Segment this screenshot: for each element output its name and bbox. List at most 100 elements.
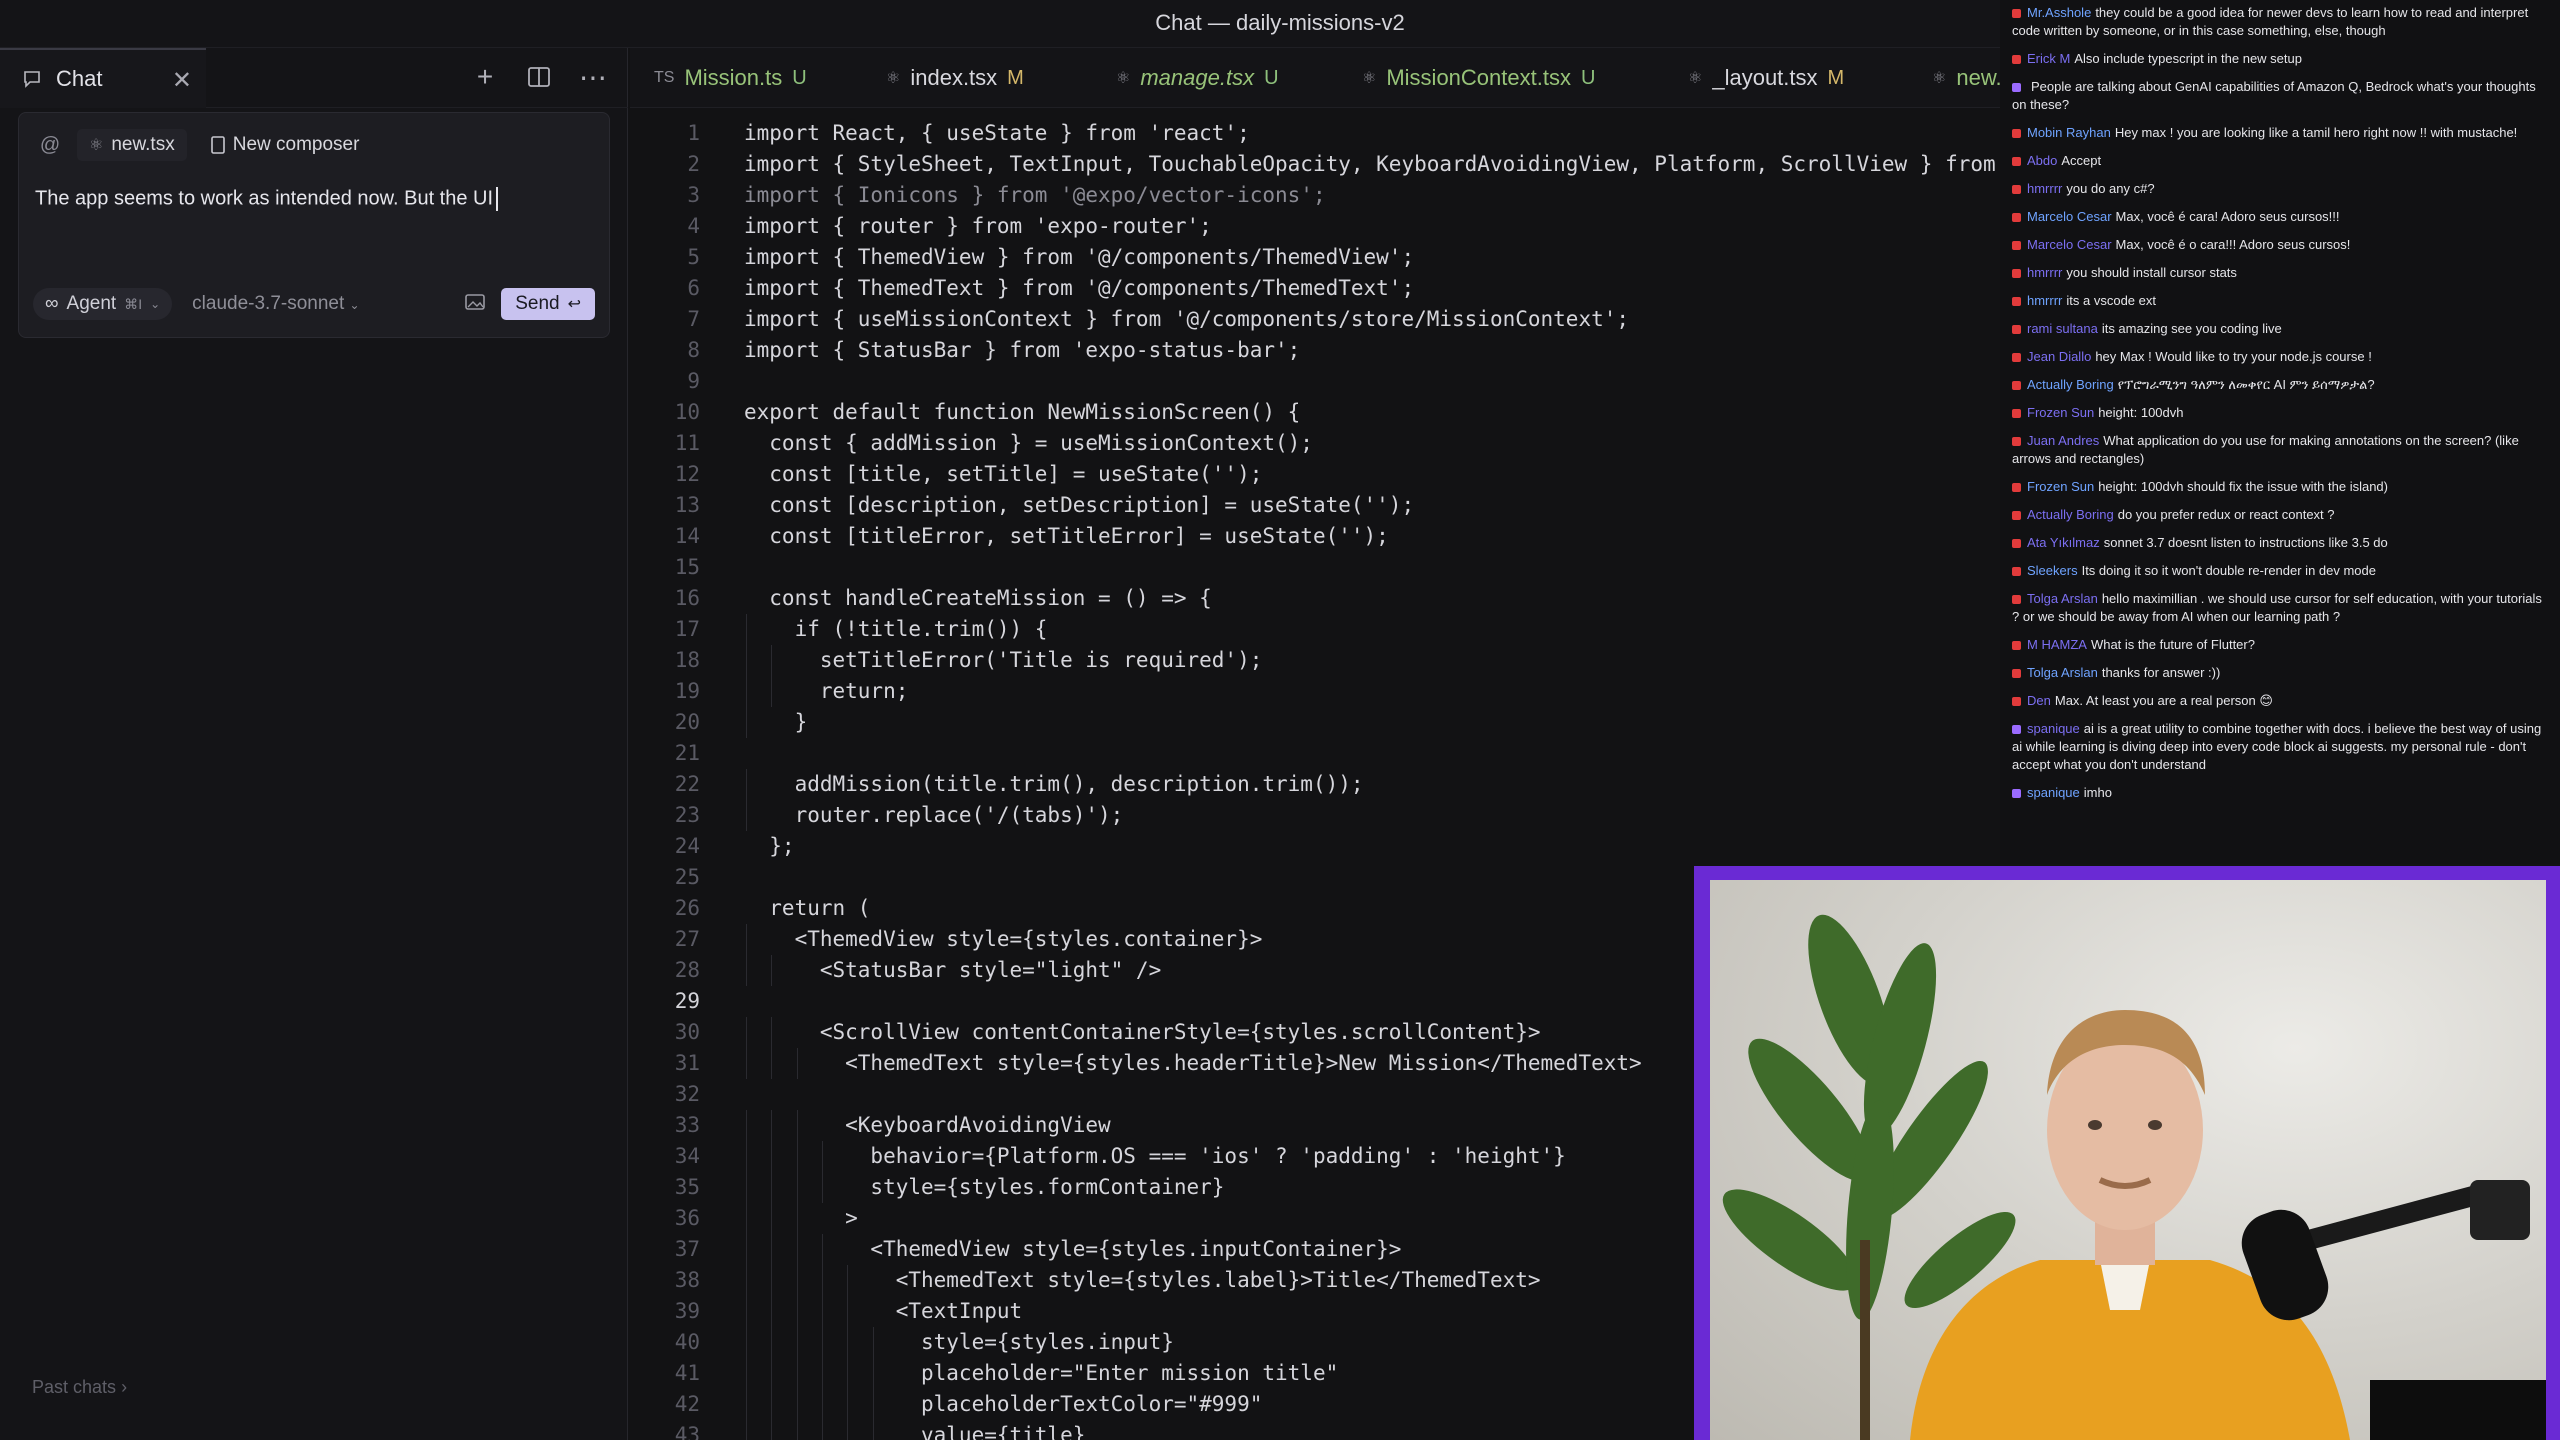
code-line[interactable]: 3 import { Ionicons } from '@expo/vector-… <box>630 180 2000 211</box>
code-line[interactable]: 22 addMission(title.trim(), description.… <box>630 769 2000 800</box>
code-line[interactable]: 4 import { router } from 'expo-router'; <box>630 211 2000 242</box>
tab-filename: index.tsx <box>910 65 998 90</box>
composer-input[interactable]: The app seems to work as intended now. B… <box>35 187 593 211</box>
split-panel-icon[interactable] <box>524 62 554 92</box>
code-line[interactable]: 19 return; <box>630 676 2000 707</box>
line-number: 11 <box>674 431 700 455</box>
chat-badge-icon <box>2012 241 2021 251</box>
stream-chat-message: Mr.Asshole they could be a good idea for … <box>2012 4 2550 40</box>
react-icon: ⚛ <box>886 70 901 87</box>
code-line[interactable]: 2 import { StyleSheet, TextInput, Touchab… <box>630 149 2000 180</box>
new-composer-pill[interactable]: New composer <box>199 129 372 161</box>
chat-badge-icon <box>2012 697 2021 707</box>
code-line[interactable]: 21 <box>630 738 2000 769</box>
code-line[interactable]: 23 router.replace('/(tabs)'); <box>630 800 2000 831</box>
agent-shortcut: ⌘I <box>124 295 143 312</box>
chat-message-text: do you prefer redux or react context ? <box>2117 507 2335 522</box>
past-chats-label: Past chats <box>32 1377 117 1397</box>
chat-message-text: የፕሮግራሚንግ ዓለምን ለመቀየር AI ምን ይሰማዎታል? <box>2117 377 2375 392</box>
tab-layout-tsx[interactable]: ⚛ _layout.tsx M <box>1688 48 1844 107</box>
stream-chat-message: Sleekers Its doing it so it won't double … <box>2012 562 2550 580</box>
tab-manage-tsx[interactable]: ⚛ manage.tsx U <box>1116 48 1279 107</box>
code-line[interactable]: 12 const [title, setTitle] = useState(''… <box>630 459 2000 490</box>
past-chats-link[interactable]: Past chats › <box>32 1377 127 1398</box>
code-line[interactable]: 10 export default function NewMissionScre… <box>630 397 2000 428</box>
chat-message-text: ai is a great utility to combine togethe… <box>2012 721 2542 772</box>
chat-message-text: its amazing see you coding live <box>2101 321 2282 336</box>
code-text: } <box>744 710 808 734</box>
chat-tab[interactable]: Chat ✕ <box>0 48 206 108</box>
code-line[interactable]: 15 <box>630 552 2000 583</box>
code-line[interactable]: 24 }; <box>630 831 2000 862</box>
code-line[interactable]: 13 const [description, setDescription] =… <box>630 490 2000 521</box>
chat-badge-icon <box>2012 9 2021 19</box>
code-line[interactable]: 7 import { useMissionContext } from '@/co… <box>630 304 2000 335</box>
line-number: 35 <box>674 1175 700 1199</box>
line-number: 19 <box>674 679 700 703</box>
code-text: import { StyleSheet, TextInput, Touchabl… <box>744 152 1996 176</box>
code-line[interactable]: 20 } <box>630 707 2000 738</box>
line-number: 1 <box>687 121 700 145</box>
stream-chat-message: hmrrrr you should install cursor stats <box>2012 264 2550 282</box>
chat-username: Tolga Arslan <box>2027 591 2098 606</box>
line-number: 17 <box>674 617 700 641</box>
chat-username: Tolga Arslan <box>2027 665 2098 680</box>
chat-message-text: height: 100dvh <box>2098 405 2184 420</box>
code-line[interactable]: 14 const [titleError, setTitleError] = u… <box>630 521 2000 552</box>
image-attach-icon[interactable] <box>465 293 486 316</box>
tab-index-tsx[interactable]: ⚛ index.tsx M <box>886 48 1024 107</box>
new-chat-icon[interactable]: + <box>470 61 500 92</box>
mention-icon[interactable]: @ <box>35 130 65 160</box>
tab-mission-ts[interactable]: TS Mission.ts U <box>654 48 807 107</box>
line-number: 9 <box>687 369 700 393</box>
code-line[interactable]: 1 import React, { useState } from 'react'… <box>630 118 2000 149</box>
code-line[interactable]: 16 const handleCreateMission = () => { <box>630 583 2000 614</box>
react-icon: ⚛ <box>1688 70 1703 87</box>
code-line[interactable]: 6 import { ThemedText } from '@/component… <box>630 273 2000 304</box>
code-text: const { addMission } = useMissionContext… <box>744 431 1313 455</box>
code-line[interactable]: 8 import { StatusBar } from 'expo-status-… <box>630 335 2000 366</box>
tab-filename: MissionContext.tsx <box>1386 65 1571 90</box>
chat-username: spanique <box>2027 785 2080 800</box>
chat-message-text: Also include typescript in the new setup <box>2074 51 2302 66</box>
chat-username: Marcelo Cesar <box>2027 237 2112 252</box>
react-icon: ⚛ <box>1362 70 1377 87</box>
context-file-pill[interactable]: ⚛ new.tsx <box>77 129 187 161</box>
tab-filename: new.tsx <box>1956 65 2000 90</box>
model-selector[interactable]: claude-3.7-sonnet ⌄ <box>192 293 359 315</box>
line-number: 36 <box>674 1206 700 1230</box>
tab-missioncontext-tsx[interactable]: ⚛ MissionContext.tsx U <box>1362 48 1595 107</box>
chat-username: Erick M <box>2027 51 2071 66</box>
chat-username: Mobin Rayhan <box>2027 125 2111 140</box>
line-number: 29 <box>674 989 700 1013</box>
chat-badge-icon <box>2012 725 2021 735</box>
stream-chat-message: rami sultana its amazing see you coding l… <box>2012 320 2550 338</box>
chat-badge-icon <box>2012 539 2021 549</box>
close-icon[interactable]: ✕ <box>172 66 192 95</box>
chat-username: rami sultana <box>2027 321 2098 336</box>
chat-composer[interactable]: @ ⚛ new.tsx New composer The app seems t… <box>18 112 610 338</box>
send-button[interactable]: Send ↩ <box>501 288 595 320</box>
chat-username: Mr.Asshole <box>2027 5 2092 20</box>
agent-mode-selector[interactable]: ∞ Agent ⌘I ⌄ <box>33 288 173 320</box>
chat-message-text: What is the future of Flutter? <box>2090 637 2255 652</box>
code-text: setTitleError('Title is required'); <box>744 648 1263 672</box>
code-line[interactable]: 17 if (!title.trim()) { <box>630 614 2000 645</box>
more-options-icon[interactable]: ⋯ <box>578 62 608 93</box>
chat-badge-icon <box>2012 129 2021 139</box>
code-line[interactable]: 9 <box>630 366 2000 397</box>
agent-mode-label: Agent <box>66 293 117 314</box>
code-line[interactable]: 11 const { addMission } = useMissionCont… <box>630 428 2000 459</box>
tab-new-tsx[interactable]: ⚛ new.tsx U <box>1932 48 2000 107</box>
composer-toolbar: ∞ Agent ⌘I ⌄ claude-3.7-sonnet ⌄ Send ↩ <box>33 287 595 321</box>
git-status-badge: M <box>1007 66 1024 89</box>
chat-badge-icon <box>2012 511 2021 521</box>
code-line[interactable]: 5 import { ThemedView } from '@/component… <box>630 242 2000 273</box>
stream-chat-message: Ata Yıkılmaz sonnet 3.7 doesnt listen to … <box>2012 534 2550 552</box>
chevron-down-icon: ⌄ <box>349 298 360 312</box>
line-number: 7 <box>687 307 700 331</box>
chat-username: Juan Andres <box>2027 433 2100 448</box>
code-line[interactable]: 18 setTitleError('Title is required'); <box>630 645 2000 676</box>
line-number: 15 <box>674 555 700 579</box>
line-number: 32 <box>674 1082 700 1106</box>
